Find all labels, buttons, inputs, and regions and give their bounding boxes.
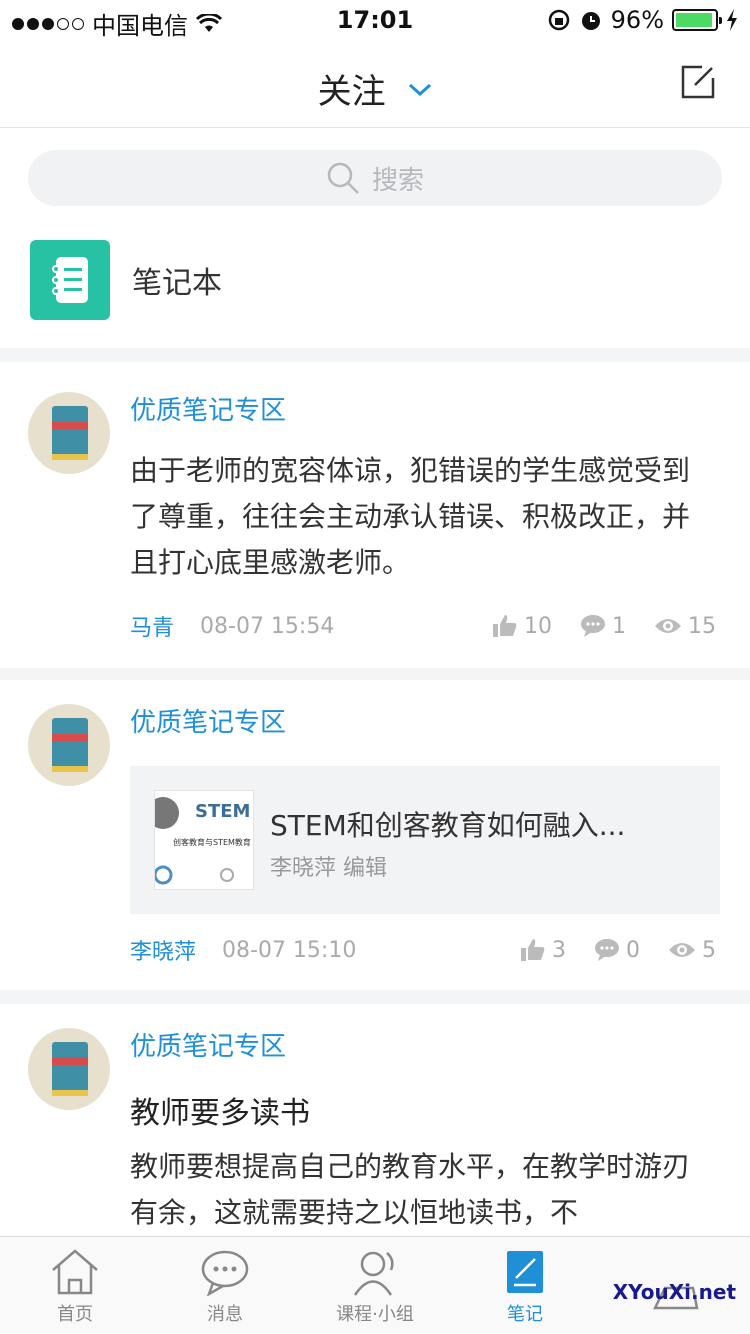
view-count-stat: 5 (668, 938, 716, 963)
thumbs-up-icon (493, 615, 517, 637)
note-icon (507, 1251, 543, 1293)
eye-icon (669, 943, 695, 957)
post-card[interactable]: 优质笔记专区 教师要多读书 教师要想提高自己的教育水平，在教学时游刃有余，这就需… (0, 1004, 750, 1236)
article-title: STEM和创客教育如何融入... (270, 809, 626, 842)
notebook-label: 笔记本 (132, 266, 222, 301)
notebook-entry[interactable]: 笔记本 (30, 240, 222, 320)
thumb-caption: 创客教育与STEM教育 (173, 837, 251, 847)
post-body: 教师要想提高自己的教育水平，在教学时游刃有余，这就需要持之以恒地读书，不 (130, 1150, 691, 1229)
home-icon (52, 1249, 98, 1295)
message-icon (201, 1250, 249, 1296)
tab-label: 消息 (207, 1304, 243, 1325)
post-author[interactable]: 马青 (130, 610, 174, 642)
post-body: 由于老师的宽容体谅，犯错误的学生感觉受到了尊重，往往会主动承认错误、积极改正，并… (130, 454, 691, 579)
avatar[interactable] (28, 1028, 110, 1110)
search-section: 搜索 笔记本 (0, 128, 750, 348)
post-card[interactable]: 优质笔记专区 由于老师的宽容体谅，犯错误的学生感觉受到了尊重，往往会主动承认错误… (0, 362, 750, 668)
article-editor: 李晓萍 编辑 (270, 856, 387, 881)
tab-notes[interactable]: 笔记 (450, 1237, 600, 1334)
charging-icon (727, 9, 737, 31)
tab-courses[interactable]: 课程·小组 (300, 1237, 450, 1334)
like-button[interactable]: 3 (520, 938, 566, 963)
tab-label: 首页 (57, 1304, 93, 1325)
eye-icon (655, 619, 681, 633)
post-category[interactable]: 优质笔记专区 (130, 390, 286, 427)
article-thumbnail: STEM 创客教育与STEM教育 (147, 790, 254, 890)
search-placeholder: 搜索 (371, 165, 424, 196)
tab-messages[interactable]: 消息 (150, 1237, 300, 1334)
battery-icon (672, 9, 722, 31)
view-count: 5 (702, 937, 716, 963)
post-time: 08-07 15:10 (222, 937, 357, 963)
rotation-lock-icon (548, 9, 569, 31)
comment-icon (595, 939, 619, 961)
post-card[interactable]: 优质笔记专区 STEM 创客教育与STEM教育 STEM和创客教育如何融入...… (0, 680, 750, 990)
comment-count: 0 (626, 937, 640, 963)
comment-icon (581, 615, 605, 637)
nav-bar: 关注 (0, 40, 750, 128)
status-bar: 中国电信 17:01 96% (0, 0, 750, 40)
comment-button[interactable]: 0 (594, 938, 640, 963)
post-title: 教师要多读书 (130, 1096, 310, 1131)
comment-button[interactable]: 1 (580, 614, 626, 639)
post-category[interactable]: 优质笔记专区 (130, 702, 286, 739)
watermark-logo: XYouXi.net (612, 1280, 736, 1304)
avatar[interactable] (28, 392, 110, 474)
view-count: 15 (688, 613, 716, 639)
tab-home[interactable]: 首页 (0, 1237, 150, 1334)
search-icon (327, 162, 359, 194)
avatar[interactable] (28, 704, 110, 786)
feed-selector[interactable]: 关注 (0, 64, 750, 113)
notebook-icon (30, 240, 110, 320)
page-title: 关注 (317, 72, 386, 112)
view-count-stat: 15 (654, 614, 716, 639)
like-count: 3 (552, 937, 566, 963)
like-button[interactable]: 10 (492, 614, 552, 639)
post-meta: 马青 08-07 15:54 10 1 15 (130, 610, 716, 642)
person-icon (353, 1251, 394, 1296)
post-time: 08-07 15:54 (200, 613, 335, 639)
thumb-stem-text: STEM (195, 801, 250, 822)
battery-percent: 96% (610, 6, 664, 34)
tab-label: 课程·小组 (336, 1304, 414, 1325)
thumbs-up-icon (521, 939, 545, 961)
post-category[interactable]: 优质笔记专区 (130, 1026, 286, 1063)
comment-count: 1 (612, 613, 626, 639)
search-input[interactable]: 搜索 (28, 150, 722, 206)
post-meta: 李晓萍 08-07 15:10 3 0 5 (130, 934, 716, 966)
shared-article[interactable]: STEM 创客教育与STEM教育 STEM和创客教育如何融入... 李晓萍 编辑 (130, 766, 720, 914)
compose-button[interactable] (680, 64, 716, 100)
alarm-icon (581, 12, 600, 30)
tab-label: 笔记 (507, 1304, 543, 1325)
post-author[interactable]: 李晓萍 (130, 934, 196, 966)
like-count: 10 (524, 613, 552, 639)
chevron-down-icon (409, 83, 432, 97)
